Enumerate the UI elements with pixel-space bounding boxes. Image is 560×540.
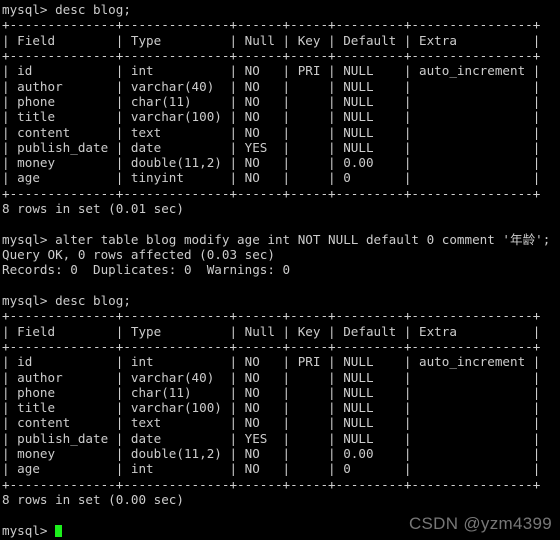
terminal-line-row: | age | int | NO | | 0 | | bbox=[2, 461, 541, 477]
terminal-line-rule: +--------------+--------------+------+--… bbox=[2, 476, 541, 492]
terminal-line-row: | title | varchar(100) | NO | | NULL | | bbox=[2, 400, 541, 416]
terminal-line-status: Records: 0 Duplicates: 0 Warnings: 0 bbox=[2, 262, 291, 278]
terminal-line-status: 8 rows in set (0.00 sec) bbox=[2, 492, 184, 507]
terminal-line-row: | publish_date | date | YES | | NULL | | bbox=[2, 430, 541, 446]
terminal-line-row: | age | tinyint | NO | | 0 | | bbox=[2, 170, 541, 186]
terminal-line-row: | id | int | NO | PRI | NULL | auto_incr… bbox=[2, 63, 541, 79]
terminal-line-command: mysql> alter table blog modify age int N… bbox=[2, 231, 551, 247]
terminal-line-row: | publish_date | date | YES | | NULL | | bbox=[2, 139, 541, 155]
terminal-line-row: | phone | char(11) | NO | | NULL | | bbox=[2, 93, 541, 109]
terminal-line-row: | author | varchar(40) | NO | | NULL | | bbox=[2, 78, 541, 94]
terminal-line-row: | author | varchar(40) | NO | | NULL | | bbox=[2, 369, 541, 385]
terminal-line-row: | id | int | NO | PRI | NULL | auto_incr… bbox=[2, 354, 541, 370]
terminal-line-row: | phone | char(11) | NO | | NULL | | bbox=[2, 384, 541, 400]
prompt-label: mysql> bbox=[2, 522, 56, 538]
terminal-line-header: | Field | Type | Null | Key | Default | … bbox=[2, 323, 541, 339]
terminal-line-header: | Field | Type | Null | Key | Default | … bbox=[2, 32, 541, 48]
terminal-line-row: | money | double(11,2) | NO | | 0.00 | | bbox=[2, 446, 541, 462]
terminal-window[interactable]: mysql> desc blog; +--------------+-------… bbox=[0, 0, 560, 540]
terminal-output: mysql> desc blog; +--------------+-------… bbox=[2, 2, 558, 538]
terminal-line-command: mysql> desc blog; bbox=[2, 292, 131, 308]
terminal-line-status: Query OK, 0 rows affected (0.03 sec) bbox=[2, 247, 275, 262]
terminal-line-rule: +--------------+--------------+------+--… bbox=[2, 338, 541, 354]
terminal-line-rule: +--------------+--------------+------+--… bbox=[2, 17, 541, 33]
terminal-line-rule: +--------------+--------------+------+--… bbox=[2, 47, 541, 63]
terminal-line-row: | title | varchar(100) | NO | | NULL | | bbox=[2, 109, 541, 125]
terminal-line-rule: +--------------+--------------+------+--… bbox=[2, 308, 541, 324]
terminal-line-row: | money | double(11,2) | NO | | 0.00 | | bbox=[2, 155, 541, 171]
terminal-line-status: 8 rows in set (0.01 sec) bbox=[2, 201, 184, 217]
terminal-line-rule: +--------------+--------------+------+--… bbox=[2, 185, 541, 201]
text-cursor[interactable] bbox=[55, 524, 63, 537]
terminal-line-command: mysql> desc blog; bbox=[2, 2, 131, 17]
terminal-line-row: | content | text | NO | | NULL | | bbox=[2, 124, 541, 140]
terminal-line-row: | content | text | NO | | NULL | | bbox=[2, 415, 541, 431]
watermark-label: CSDN @yzm4399 bbox=[408, 514, 552, 533]
